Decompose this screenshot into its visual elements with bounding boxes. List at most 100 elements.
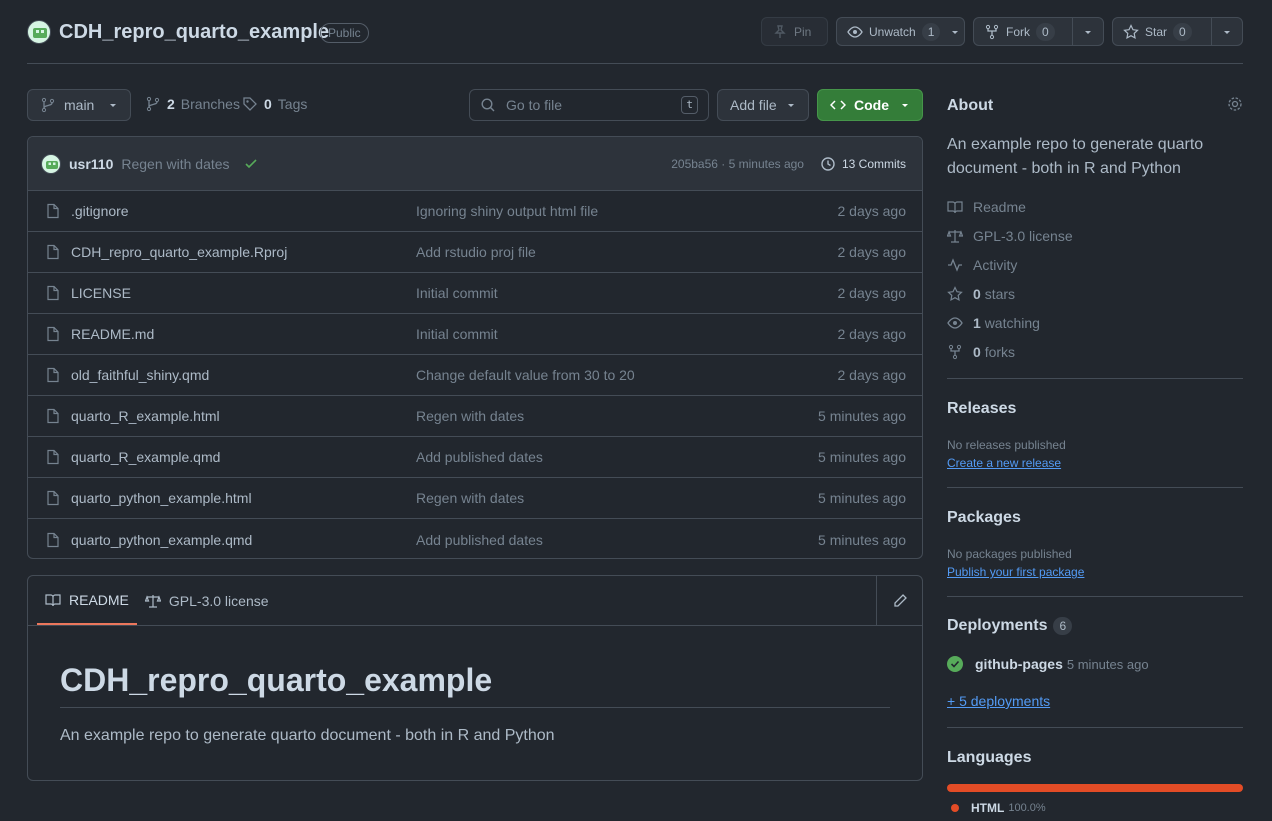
sidebar-license-link[interactable]: GPL-3.0 license [947, 228, 1073, 244]
commits-count-label: 13 Commits [841, 156, 906, 171]
file-commit-message[interactable]: Initial commit [416, 326, 838, 342]
tab-license[interactable]: GPL-3.0 license [137, 576, 277, 625]
file-commit-message[interactable]: Ignoring shiny output html file [416, 203, 838, 219]
more-deployments-link[interactable]: + 5 deployments [947, 693, 1050, 709]
language-item[interactable]: HTML 100.0% [951, 801, 1046, 815]
add-file-button[interactable]: Add file [717, 89, 809, 121]
go-to-file-search[interactable]: Go to file t [469, 89, 709, 121]
file-name-link[interactable]: quarto_R_example.qmd [71, 449, 411, 465]
check-icon[interactable] [244, 157, 258, 171]
file-commit-message[interactable]: Add published dates [416, 449, 818, 465]
file-commit-message[interactable]: Regen with dates [416, 490, 818, 506]
file-row[interactable]: quarto_python_example.html Regen with dat… [28, 478, 922, 519]
file-name-link[interactable]: quarto_python_example.qmd [71, 532, 411, 548]
file-commit-time: 2 days ago [837, 285, 907, 301]
fork-count: 0 [1036, 22, 1055, 41]
publish-package-link[interactable]: Publish your first package [947, 565, 1084, 579]
repo-name[interactable]: CDH_repro_quarto_example [59, 21, 329, 44]
chevron-down-icon [1083, 27, 1093, 37]
repo-owner-avatar[interactable] [27, 20, 51, 44]
tab-readme[interactable]: README [37, 576, 137, 625]
file-commit-message[interactable]: Initial commit [416, 285, 838, 301]
sidebar-stars-link[interactable]: 0 stars [947, 286, 1015, 302]
branches-link[interactable]: 2 Branches [145, 96, 240, 112]
code-icon [830, 97, 846, 113]
file-commit-message[interactable]: Regen with dates [416, 408, 818, 424]
branch-selector[interactable]: main [27, 89, 131, 121]
fork-button[interactable]: Fork 0 [973, 17, 1104, 46]
file-commit-message[interactable]: Add published dates [416, 532, 818, 548]
sidebar-forks-link[interactable]: 0 forks [947, 344, 1015, 360]
watching-label: watching [984, 315, 1040, 331]
language-percent: 100.0% [1008, 802, 1046, 814]
sidebar-license-label: GPL-3.0 license [973, 228, 1073, 244]
languages-title: Languages [947, 749, 1032, 766]
pin-button[interactable]: Pin [761, 17, 828, 46]
releases-title[interactable]: Releases [947, 400, 1016, 418]
file-commit-message[interactable]: Change default value from 30 to 20 [416, 367, 838, 383]
file-name-link[interactable]: quarto_python_example.html [71, 490, 411, 506]
chevron-down-icon [1222, 27, 1232, 37]
deployment-item[interactable]: github-pages 5 minutes ago [947, 656, 1149, 672]
file-row[interactable]: .gitignore Ignoring shiny output html fil… [28, 191, 922, 232]
star-dropdown[interactable] [1211, 18, 1242, 45]
stars-label: stars [984, 286, 1016, 302]
tags-link[interactable]: 0 Tags [242, 96, 307, 112]
chevron-down-icon [108, 100, 118, 110]
packages-empty-text: No packages published [947, 547, 1072, 561]
file-name-link[interactable]: LICENSE [71, 285, 411, 301]
commit-author-avatar[interactable] [41, 153, 61, 174]
commit-message[interactable]: Regen with dates [121, 156, 229, 172]
fork-icon [947, 344, 963, 360]
language-bar [947, 784, 1243, 792]
file-name-link[interactable]: README.md [71, 326, 411, 342]
file-icon [45, 285, 61, 301]
chevron-down-icon [950, 27, 960, 37]
file-commit-message[interactable]: Add rstudio proj file [416, 244, 838, 260]
file-row[interactable]: quarto_python_example.qmd Add published d… [28, 519, 922, 558]
gear-icon[interactable] [1227, 96, 1243, 112]
file-row[interactable]: quarto_R_example.html Regen with dates 5 m… [28, 396, 922, 437]
commit-author[interactable]: usr110 [69, 156, 113, 172]
eye-icon [947, 315, 963, 331]
commit-meta[interactable]: 205ba56 · 5 minutes ago [671, 157, 804, 171]
pin-icon [772, 24, 788, 40]
sidebar-activity-label: Activity [973, 257, 1018, 273]
edit-readme-button[interactable] [876, 576, 922, 626]
visibility-badge: Public [320, 23, 369, 43]
star-button[interactable]: Star 0 [1112, 17, 1243, 46]
sidebar-readme-label: Readme [973, 199, 1026, 215]
file-icon [45, 449, 61, 465]
file-name-link[interactable]: .gitignore [71, 203, 411, 219]
file-row[interactable]: quarto_R_example.qmd Add published dates 5… [28, 437, 922, 478]
star-icon [947, 286, 963, 302]
packages-title[interactable]: Packages [947, 509, 1021, 527]
file-row[interactable]: old_faithful_shiny.qmd Change default val… [28, 355, 922, 396]
sidebar-readme-link[interactable]: Readme [947, 199, 1026, 215]
deployments-header[interactable]: Deployments 6 [947, 617, 1073, 636]
unwatch-dropdown[interactable] [946, 18, 968, 45]
fork-dropdown[interactable] [1072, 18, 1103, 45]
forks-count: 0 [973, 344, 981, 360]
deployment-name: github-pages [975, 656, 1063, 672]
file-row[interactable]: CDH_repro_quarto_example.Rproj Add rstudi… [28, 232, 922, 273]
create-release-link[interactable]: Create a new release [947, 456, 1061, 470]
file-commit-time: 5 minutes ago [818, 490, 906, 506]
file-row[interactable]: README.md Initial commit 2 days ago [28, 314, 922, 355]
language-name: HTML [971, 801, 1005, 815]
file-name-link[interactable]: quarto_R_example.html [71, 408, 411, 424]
check-circle-icon [947, 656, 963, 672]
commits-history-link[interactable]: 13 Commits [820, 156, 906, 172]
branches-label: Branches [180, 96, 240, 112]
sidebar-watching-link[interactable]: 1 watching [947, 315, 1040, 331]
file-row[interactable]: LICENSE Initial commit 2 days ago [28, 273, 922, 314]
code-button[interactable]: Code [817, 89, 923, 121]
file-name-link[interactable]: CDH_repro_quarto_example.Rproj [71, 244, 411, 260]
file-commit-time: 5 minutes ago [818, 449, 906, 465]
sidebar-activity-link[interactable]: Activity [947, 257, 1017, 273]
deployments-title: Deployments [947, 617, 1048, 634]
file-name-link[interactable]: old_faithful_shiny.qmd [71, 367, 411, 383]
unwatch-button[interactable]: Unwatch 1 [836, 17, 965, 46]
file-icon [45, 326, 61, 342]
file-icon [45, 490, 61, 506]
